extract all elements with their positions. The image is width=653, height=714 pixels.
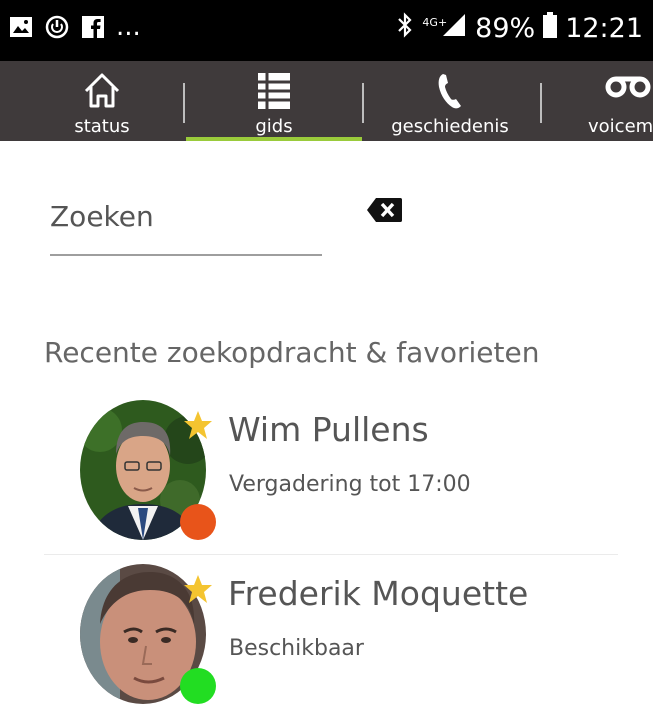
- tab-voicemail-label: voicem: [588, 116, 653, 137]
- contact-item[interactable]: Wim Pullens Vergadering tot 17:00: [0, 400, 653, 550]
- tab-geschiedenis[interactable]: geschiedenis: [375, 61, 525, 141]
- contact-name: Wim Pullens: [228, 410, 429, 449]
- tab-voicemail[interactable]: voicem: [558, 61, 653, 141]
- tab-gids-label: gids: [255, 116, 293, 137]
- power-icon: [44, 14, 70, 40]
- section-title: Recente zoekopdracht & favorieten: [44, 336, 540, 369]
- backspace-icon[interactable]: [366, 196, 404, 224]
- tab-bar: status gids geschiedenis voicem: [0, 61, 653, 141]
- presence-indicator: [180, 504, 216, 540]
- tab-geschiedenis-label: geschiedenis: [391, 116, 509, 137]
- battery-level: 89%: [475, 13, 536, 44]
- home-icon: [82, 71, 122, 114]
- contact-name: Frederik Moquette: [228, 574, 529, 613]
- search-input[interactable]: [50, 178, 322, 256]
- tab-separator: [540, 83, 542, 123]
- tab-status[interactable]: status: [42, 61, 162, 141]
- facebook-icon: [80, 14, 106, 40]
- list-icon: [255, 71, 293, 116]
- clock: 12:21: [565, 13, 643, 44]
- contact-item[interactable]: Frederik Moquette Beschikbaar: [0, 564, 653, 714]
- contact-status: Vergadering tot 17:00: [229, 472, 471, 497]
- tab-separator: [183, 83, 185, 123]
- notification-icons: ...: [8, 14, 141, 40]
- phone-icon: [435, 71, 465, 116]
- signal-icon: [441, 12, 467, 45]
- favorite-star-icon[interactable]: [183, 410, 213, 445]
- list-divider: [44, 554, 618, 555]
- status-bar: ... 4G+ 89% 12:21: [0, 0, 653, 61]
- voicemail-icon: [605, 71, 651, 104]
- system-status: 4G+ 89% 12:21: [396, 12, 643, 45]
- presence-indicator: [180, 668, 216, 704]
- more-notifications: ...: [116, 12, 141, 42]
- image-icon: [8, 14, 34, 40]
- contact-status: Beschikbaar: [229, 636, 364, 661]
- tab-status-label: status: [74, 116, 130, 137]
- battery-icon: [543, 12, 558, 45]
- tab-separator: [362, 83, 364, 123]
- favorite-star-icon[interactable]: [183, 574, 213, 609]
- tab-gids[interactable]: gids: [186, 61, 362, 141]
- active-tab-indicator: [186, 137, 362, 141]
- bluetooth-icon: [396, 12, 414, 45]
